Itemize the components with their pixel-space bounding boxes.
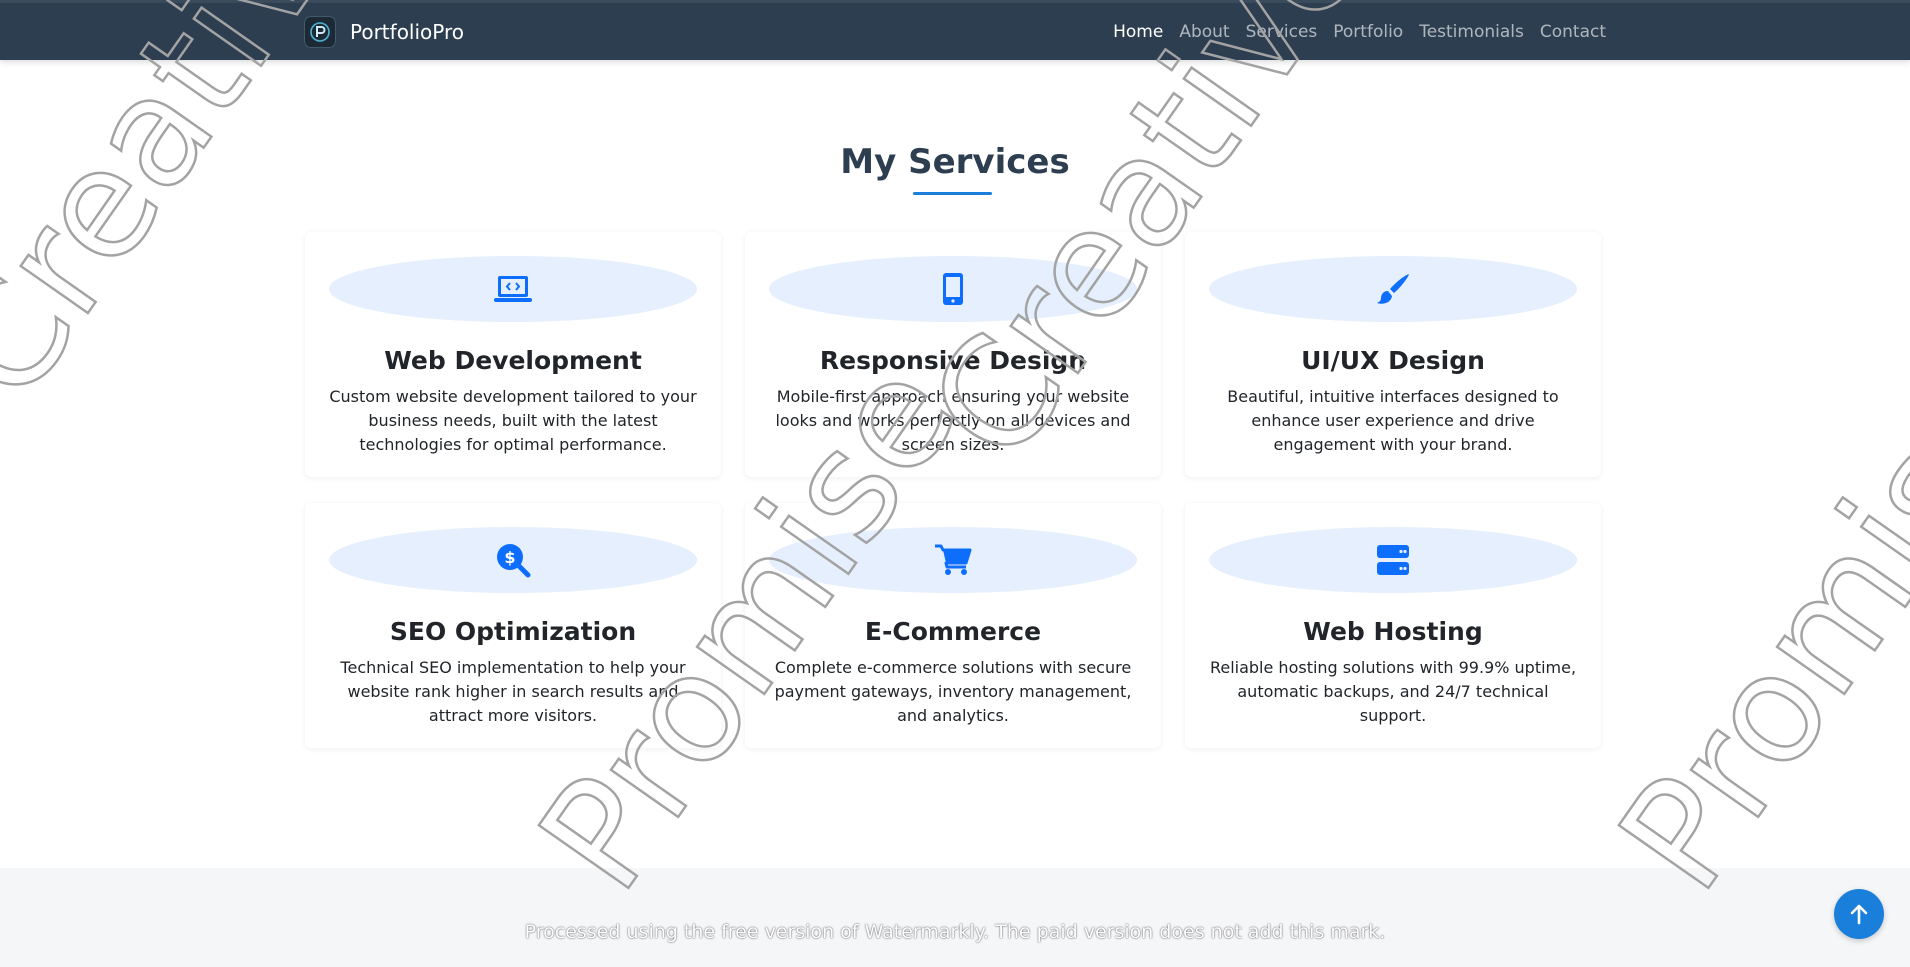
service-card-web-hosting: Web Hosting Reliable hosting solutions w… [1185,503,1601,748]
service-icon-circle [769,256,1137,322]
title-underline [913,192,992,195]
service-icon-circle [329,256,697,322]
nav-link-contact[interactable]: Contact [1540,22,1606,42]
service-description: Mobile-first approach ensuring your webs… [775,387,1131,454]
service-icon-circle: $ [329,527,697,593]
back-to-top-button[interactable] [1834,889,1884,939]
footer [0,868,1910,967]
service-description: Technical SEO implementation to help you… [340,658,686,725]
service-description: Complete e-commerce solutions with secur… [774,658,1132,725]
svg-text:$: $ [504,548,515,567]
service-title: SEO Optimization [389,617,637,646]
service-card-e-commerce: E-Commerce Complete e-commerce solutions… [745,503,1161,748]
service-description: Reliable hosting solutions with 99.9% up… [1209,658,1577,725]
brand-logo-icon [304,15,336,48]
service-card-ui-ux-design: UI/UX Design Beautiful, intuitive interf… [1185,232,1601,477]
service-description: Beautiful, intuitive interfaces designed… [1227,387,1559,454]
services-grid: Web Development Custom website developme… [305,232,1601,748]
laptop-code-icon [494,276,532,302]
service-title: UI/UX Design [1301,346,1485,375]
paint-brush-icon [1377,274,1409,304]
nav-link-portfolio[interactable]: Portfolio [1333,22,1403,42]
service-icon-circle [1209,527,1577,593]
brand-name: PortfolioPro [350,19,465,44]
watermark-note: Processed using the free version of Wate… [524,921,1386,943]
nav-link-testimonials[interactable]: Testimonials [1419,22,1524,42]
navbar: PortfolioPro Home About Services Portfol… [0,0,1910,60]
nav-link-about[interactable]: About [1179,22,1229,42]
service-card-web-development: Web Development Custom website developme… [305,232,721,477]
service-title: Responsive Design [819,346,1087,375]
section-title: My Services [840,142,1070,182]
watermark-text: Promise [1587,332,1910,920]
service-icon-circle [769,527,1137,593]
nav-link-home[interactable]: Home [1113,22,1163,42]
search-dollar-icon: $ [497,544,531,578]
nav-links: Home About Services Portfolio Testimonia… [1113,22,1606,42]
service-icon-circle [1209,256,1577,322]
brand-link[interactable]: PortfolioPro [304,15,465,48]
service-title: Web Hosting [1303,617,1483,646]
service-title: E-Commerce [864,617,1042,646]
mobile-icon [943,273,963,305]
service-description: Custom website development tailored to y… [329,387,697,454]
server-icon [1377,545,1409,575]
service-card-responsive-design: Responsive Design Mobile-first approach … [745,232,1161,477]
arrow-up-icon [1850,904,1868,925]
service-title: Web Development [384,346,642,375]
service-card-seo-optimization: $ SEO Optimization Technical SEO impleme… [305,503,721,748]
shopping-cart-icon [935,544,972,575]
nav-link-services[interactable]: Services [1246,22,1318,42]
navbar-inner: PortfolioPro Home About Services Portfol… [304,3,1606,60]
